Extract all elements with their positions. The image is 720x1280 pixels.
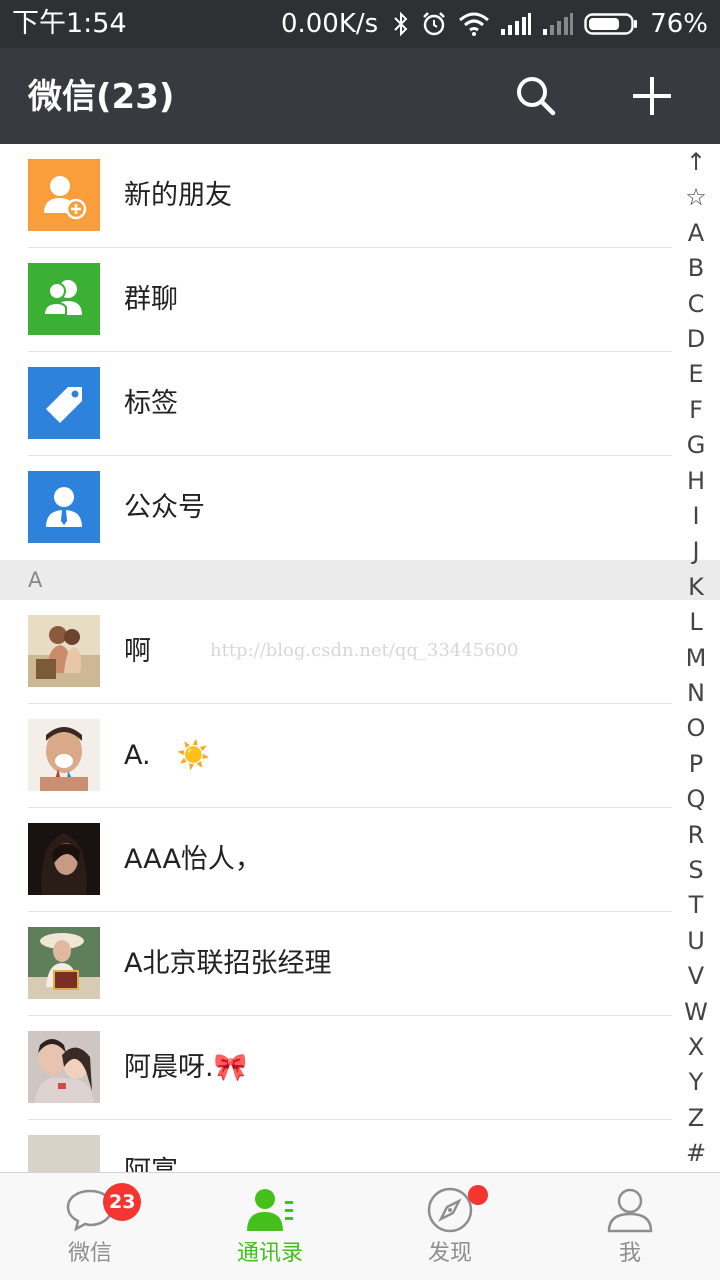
index-letter[interactable]: K [672, 569, 720, 605]
bow-emoji: 🎀 [213, 1052, 248, 1083]
tab-chats[interactable]: 23 微信 [0, 1173, 180, 1280]
profile-icon [607, 1188, 653, 1233]
contact-name: 阿富 [124, 1156, 178, 1172]
bluetooth-icon [392, 11, 410, 37]
unread-badge: 23 [103, 1183, 142, 1221]
contact-row[interactable]: AAA怡人， [0, 808, 720, 912]
index-letter[interactable]: H [672, 463, 720, 499]
contact-name: A北京联招张经理 [124, 948, 332, 979]
tab-discover[interactable]: 发现 [360, 1173, 540, 1280]
contact-row[interactable]: A. ☀️ [0, 704, 720, 808]
index-letter[interactable]: G [672, 427, 720, 463]
index-letter[interactable]: # [672, 1135, 720, 1171]
tags-label: 标签 [124, 388, 178, 419]
alphabet-index[interactable]: ↑ ☆ A B C D E F G H I J K L M N O P Q R S T U V W X Y Z # [672, 146, 720, 1172]
contacts-icon [247, 1189, 293, 1231]
avatar [28, 1135, 100, 1172]
search-button[interactable] [510, 70, 562, 122]
official-account-icon [28, 471, 100, 543]
index-letter[interactable]: Z [672, 1100, 720, 1136]
group-chats-row[interactable]: 群聊 [0, 248, 720, 352]
contact-row[interactable]: 阿晨呀.🎀 [0, 1016, 720, 1120]
tab-contacts[interactable]: 通讯录 [180, 1173, 360, 1280]
index-letter[interactable]: P [672, 746, 720, 782]
plus-icon [633, 77, 671, 115]
contact-row[interactable]: 阿富 [0, 1120, 720, 1172]
signal-weak-icon [542, 12, 574, 36]
contact-name: 阿晨呀.🎀 [124, 1052, 248, 1083]
index-letter[interactable]: Y [672, 1064, 720, 1100]
bottom-nav: 23 微信 通讯录 发现 我 [0, 1172, 720, 1280]
index-letter[interactable]: Q [672, 781, 720, 817]
search-icon [517, 77, 556, 116]
watermark: http://blog.csdn.net/qq_33445600 [210, 640, 519, 661]
new-friends-row[interactable]: 新的朋友 [0, 144, 720, 248]
add-friend-icon [28, 159, 100, 231]
index-letter[interactable]: D [672, 321, 720, 357]
sun-emoji: ☀️ [176, 740, 211, 771]
avatar [28, 719, 100, 791]
contacts-list[interactable]: 新的朋友 群聊 标签 公众号 A 啊 http://blog.csdn.net/… [0, 144, 720, 1172]
wifi-icon [458, 11, 490, 37]
index-letter[interactable]: J [672, 533, 720, 569]
signal-icon [500, 12, 532, 36]
avatar [28, 615, 100, 687]
index-letter[interactable]: F [672, 392, 720, 428]
index-letter[interactable]: A [672, 215, 720, 251]
index-letter[interactable]: L [672, 604, 720, 640]
tab-me-label: 我 [618, 1241, 641, 1266]
new-friends-label: 新的朋友 [124, 180, 232, 211]
tag-icon [28, 367, 100, 439]
contact-name: AAA怡人， [124, 844, 262, 875]
index-letter[interactable]: O [672, 710, 720, 746]
index-letter[interactable]: T [672, 887, 720, 923]
alarm-icon [420, 10, 448, 38]
index-letter[interactable]: U [672, 923, 720, 959]
status-bar: 下午1:54 0.00K/s 76% [0, 0, 720, 48]
tab-chats-label: 微信 [67, 1241, 112, 1266]
tab-contacts-label: 通讯录 [236, 1241, 303, 1266]
add-button[interactable] [626, 70, 678, 122]
status-time: 下午1:54 [12, 8, 127, 39]
index-letter[interactable]: V [672, 958, 720, 994]
avatar [28, 927, 100, 999]
index-letter[interactable]: B [672, 250, 720, 286]
tab-discover-label: 发现 [427, 1241, 472, 1266]
section-letter: A [28, 568, 43, 592]
new-dot [468, 1185, 488, 1205]
index-letter[interactable]: ↑ [672, 144, 720, 180]
app-header: 微信(23) [0, 48, 720, 144]
page-title: 微信(23) [28, 77, 175, 117]
index-letter[interactable]: X [672, 1029, 720, 1065]
avatar [28, 1031, 100, 1103]
index-letter[interactable]: C [672, 286, 720, 322]
index-letter[interactable]: N [672, 675, 720, 711]
official-accounts-row[interactable]: 公众号 [0, 456, 720, 560]
battery-percent: 76% [650, 9, 708, 39]
index-letter[interactable]: E [672, 356, 720, 392]
tags-row[interactable]: 标签 [0, 352, 720, 456]
index-letter[interactable]: S [672, 852, 720, 888]
contact-row[interactable]: A北京联招张经理 [0, 912, 720, 1016]
status-icons: 0.00K/s 76% [281, 6, 708, 42]
index-letter[interactable]: ☆ [672, 179, 720, 215]
index-letter[interactable]: R [672, 817, 720, 853]
index-letter[interactable]: I [672, 498, 720, 534]
group-chats-label: 群聊 [124, 284, 178, 315]
avatar [28, 823, 100, 895]
index-letter[interactable]: W [672, 994, 720, 1030]
contact-name: A. ☀️ [124, 740, 211, 771]
official-accounts-label: 公众号 [124, 492, 205, 523]
group-chat-icon [28, 263, 100, 335]
index-letter[interactable]: M [672, 640, 720, 676]
section-header-a: A [0, 560, 720, 600]
contact-name: 啊 [124, 636, 151, 667]
tab-me[interactable]: 我 [540, 1173, 720, 1280]
battery-icon [584, 12, 638, 36]
network-speed: 0.00K/s [280, 9, 379, 39]
